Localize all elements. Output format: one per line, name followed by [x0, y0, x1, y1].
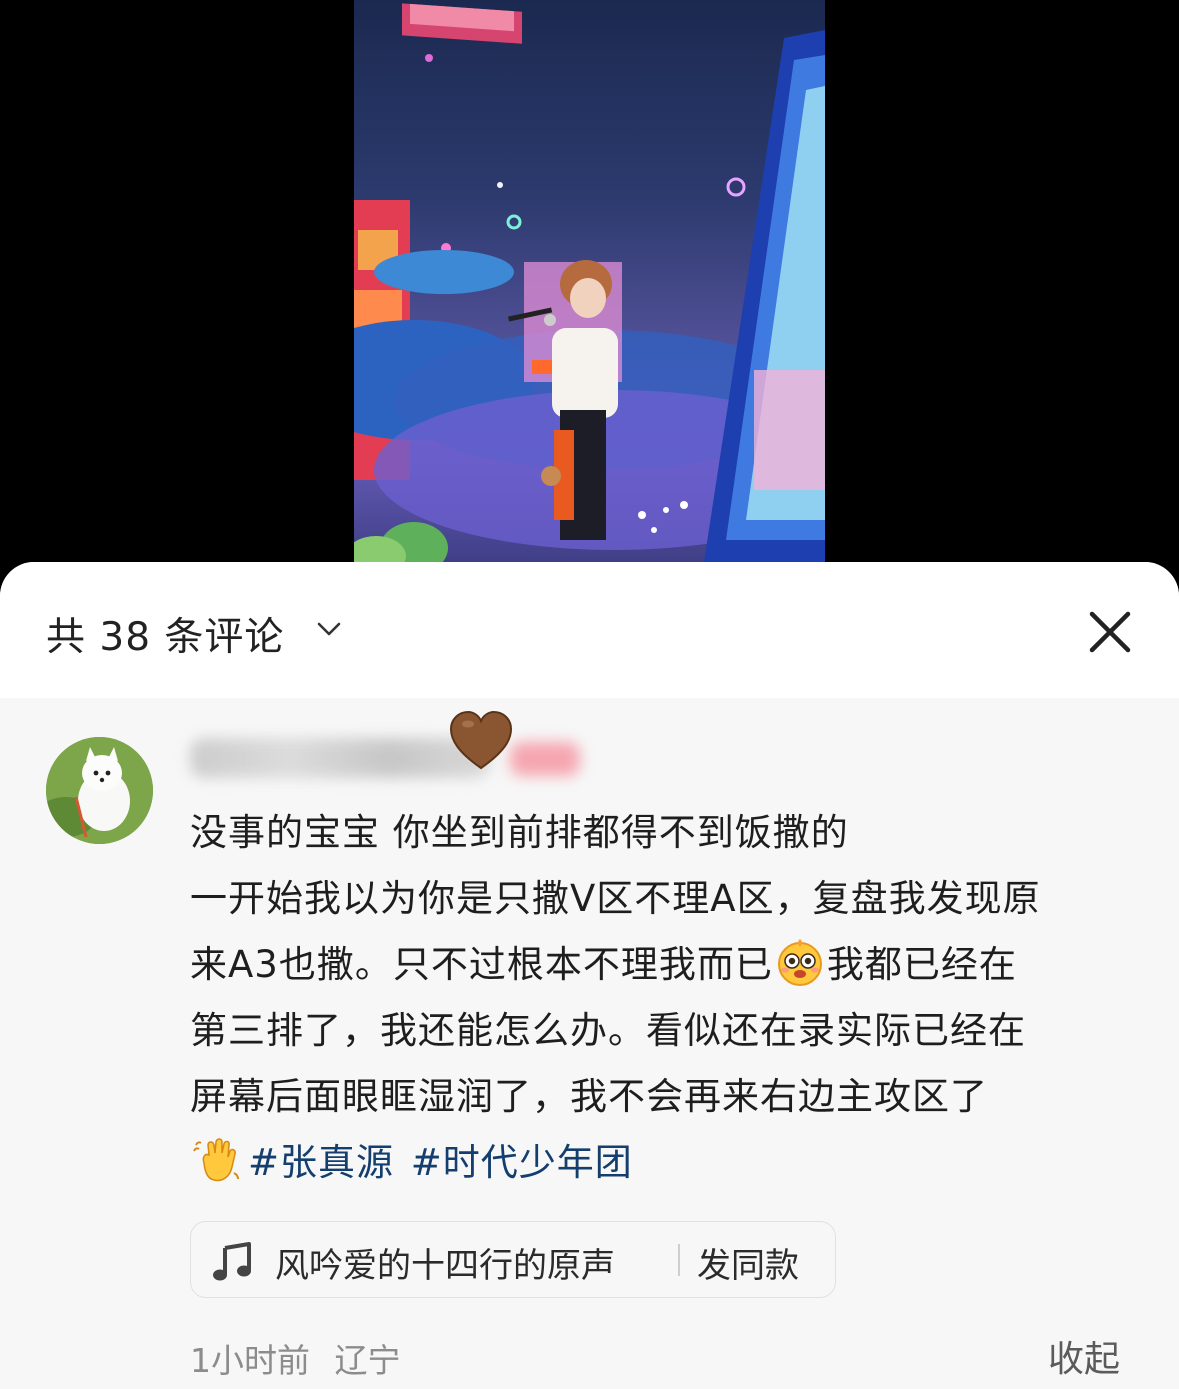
concert-scene-image	[354, 3, 825, 562]
close-icon[interactable]	[1086, 608, 1134, 656]
comment-meta: 1小时前 辽宁	[190, 1334, 401, 1382]
avatar[interactable]	[46, 737, 153, 844]
music-title[interactable]: 风吟爱的十四行的原声	[275, 1238, 615, 1287]
music-note-icon	[213, 1242, 251, 1281]
hashtag-link[interactable]: #张真源	[248, 1141, 394, 1184]
comments-header: 共 38 条评论	[0, 562, 1179, 698]
use-sound-button[interactable]: 发同款	[697, 1238, 799, 1287]
comment-text-segment: 我都已经在	[826, 943, 1017, 986]
user-badge-blurred	[510, 742, 580, 776]
comment-count-title[interactable]: 共 38 条评论	[46, 606, 284, 662]
crying-face-emoji-icon	[777, 939, 822, 986]
comment-location: 辽宁	[334, 1341, 401, 1380]
comment-line: 一开始我以为你是只撒V区不理A区，复盘我发现原	[190, 877, 1041, 920]
comment-body: 没事的宝宝 你坐到前排都得不到饭撒的 一开始我以为你是只撒V区不理A区，复盘我发…	[190, 800, 1150, 1196]
music-chip[interactable]: 风吟爱的十四行的原声 发同款	[190, 1221, 836, 1298]
comment-line: 第三排了，我还能怎么办。看似还在录实际已经在	[190, 1009, 1026, 1052]
comment-text-segment: 来A3也撒。只不过根本不理我而已	[190, 943, 773, 986]
dog-avatar-icon	[46, 737, 153, 844]
brown-heart-emoji-icon	[449, 710, 513, 770]
music-divider	[678, 1244, 680, 1276]
video-frame[interactable]	[354, 0, 825, 562]
video-player-area[interactable]	[0, 0, 1179, 600]
comment-line: 来A3也撒。只不过根本不理我而已 我都已经在	[190, 932, 1150, 998]
comment-line: 没事的宝宝 你坐到前排都得不到饭撒的	[190, 811, 849, 854]
chevron-down-icon[interactable]	[316, 620, 342, 638]
comment-line: 屏幕后面眼眶湿润了，我不会再来右边主攻区了	[190, 1075, 988, 1118]
collapse-button[interactable]: 收起	[1048, 1330, 1120, 1382]
comment-line: #张真源 #时代少年团	[190, 1130, 1150, 1196]
waving-hand-emoji-icon	[193, 1138, 239, 1182]
comment-time: 1小时前	[190, 1341, 310, 1380]
hashtag-link[interactable]: #时代少年团	[411, 1141, 633, 1184]
username-blurred[interactable]	[190, 738, 490, 778]
